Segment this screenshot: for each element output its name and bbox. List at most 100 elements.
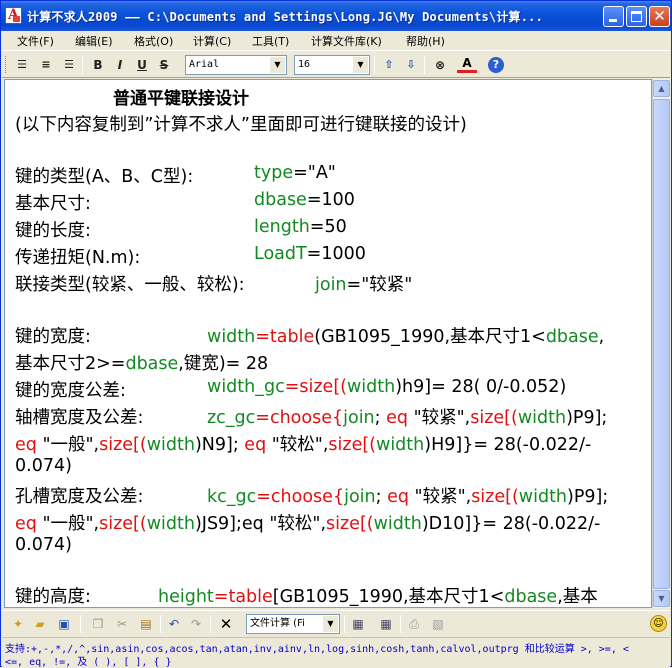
menu-tools[interactable]: 工具(T) <box>252 33 289 49</box>
row-expression: type="A" <box>254 163 336 183</box>
document-note: (以下内容复制到”计算不求人”里面即可进行键联接的设计) <box>15 115 467 135</box>
text: , <box>598 327 605 347</box>
keyword: eq <box>386 408 408 428</box>
print-icon[interactable]: ⎙ <box>404 614 424 634</box>
var-name: LoadT <box>254 244 307 264</box>
toolbar-separator <box>82 56 83 74</box>
operator: = <box>346 275 362 295</box>
find-icon[interactable]: ⊗ <box>430 55 450 75</box>
chevron-down-icon[interactable]: ▼ <box>323 616 338 632</box>
chevron-down-icon[interactable]: ▼ <box>270 57 285 73</box>
var-name: type <box>254 163 294 183</box>
maximize-button[interactable] <box>626 6 647 27</box>
bold-button[interactable]: B <box>88 55 108 75</box>
scroll-down-button[interactable]: ▼ <box>653 590 670 607</box>
cut-icon[interactable]: ✂ <box>112 614 132 634</box>
italic-button[interactable]: I <box>110 55 130 75</box>
menu-format[interactable]: 格式(O) <box>134 33 173 49</box>
bracket: [( <box>505 487 519 507</box>
align-center-icon[interactable]: ≡ <box>36 55 56 75</box>
menu-edit[interactable]: 编辑(E) <box>75 33 113 49</box>
minimize-button[interactable] <box>603 6 624 27</box>
app-icon[interactable]: A <box>5 7 22 24</box>
save-icon[interactable]: ▣ <box>54 614 74 634</box>
redo-icon[interactable]: ↷ <box>186 614 206 634</box>
font-name-select[interactable]: Arial ▼ <box>185 55 287 75</box>
keyword: eq <box>244 435 267 455</box>
kc-gc-expression: kc_gc=choose{join; eq "较紧",size[(width)P… <box>207 483 608 508</box>
keyword: eq <box>15 514 37 534</box>
scroll-up-button[interactable]: ▲ <box>653 80 670 97</box>
align-right-icon[interactable]: ☰ <box>59 55 79 75</box>
bracket: { <box>331 408 344 428</box>
help-button[interactable]: ? <box>488 57 504 73</box>
var-name: join <box>315 275 347 295</box>
bottom-toolbar: ✦ ▰ ▣ ❐ ✂ ▤ ↶ ↷ ✕ 文件计算 (Fi ▼ ▦ ▦ ⎙ ▧ ☺ <box>2 610 670 636</box>
width-expression-cont: 基本尺寸2>=dbase,键宽)= 28 <box>15 350 268 375</box>
var-name: width <box>346 377 396 397</box>
text: "一般", <box>36 514 100 534</box>
var-name: width <box>146 514 195 534</box>
text: ; <box>374 408 387 428</box>
toolbar-grip[interactable] <box>5 56 8 73</box>
function-name: size <box>471 487 506 507</box>
var-name: height <box>158 587 214 607</box>
menu-calculate[interactable]: 计算(C) <box>193 33 231 49</box>
font-color-button[interactable]: A <box>457 55 477 73</box>
increase-font-icon[interactable]: ⇧ <box>379 55 399 75</box>
function-name: table <box>228 587 273 607</box>
var-name: dbase <box>254 190 307 210</box>
menu-file[interactable]: 文件(F) <box>17 33 54 49</box>
table-icon[interactable]: ▦ <box>376 614 396 634</box>
var-name: kc_gc <box>207 487 257 507</box>
function-name: size <box>326 514 360 534</box>
scroll-thumb[interactable] <box>653 99 670 589</box>
file-calc-select[interactable]: 文件计算 (Fi ▼ <box>246 614 340 634</box>
bracket: [( <box>133 514 147 534</box>
menu-help[interactable]: 帮助(H) <box>406 33 445 49</box>
minimize-icon <box>609 19 617 22</box>
operator: = <box>306 190 322 210</box>
print-preview-icon[interactable]: ▧ <box>428 614 448 634</box>
paste-icon[interactable]: ▤ <box>136 614 156 634</box>
width-label: 键的宽度: <box>15 327 91 347</box>
value: "A" <box>307 163 336 183</box>
function-name: size <box>328 435 363 455</box>
strikethrough-button[interactable]: S <box>154 55 174 75</box>
var-name: dbase <box>504 587 558 607</box>
text: "较紧", <box>408 487 472 507</box>
document-heading: 普通平键联接设计 <box>113 89 249 109</box>
row-label: 联接类型(较紧、一般、较松): <box>15 275 245 295</box>
width-gc-expression: width_gc=size[(width)h9]= 28( 0/-0.052) <box>207 377 566 397</box>
chevron-down-icon[interactable]: ▼ <box>353 57 368 73</box>
title-bar[interactable]: A 计算不求人2009 —— C:\Documents and Settings… <box>1 1 671 31</box>
delete-icon[interactable]: ✕ <box>216 614 236 634</box>
smiley-icon[interactable]: ☺ <box>650 615 667 632</box>
text: (GB1095_1990,基本尺寸1< <box>314 327 546 347</box>
row-label: 传递扭矩(N.m): <box>15 248 141 268</box>
text: )P9]; <box>566 408 608 428</box>
value: 100 <box>321 190 355 210</box>
row-label: 基本尺寸: <box>15 194 91 214</box>
font-size-select[interactable]: 16 ▼ <box>294 55 370 75</box>
var-name: width <box>146 435 195 455</box>
document-editor[interactable]: 普通平键联接设计 (以下内容复制到”计算不求人”里面即可进行键联接的设计) 键的… <box>4 79 652 608</box>
text: ; <box>375 487 388 507</box>
copy-icon[interactable]: ❐ <box>88 614 108 634</box>
menu-bar: 文件(F) 编辑(E) 格式(O) 计算(C) 工具(T) 计算文件库(K) 帮… <box>2 31 670 51</box>
menu-calc-library[interactable]: 计算文件库(K) <box>311 33 382 49</box>
underline-button[interactable]: U <box>132 55 152 75</box>
text: 基本尺寸2>= <box>15 354 126 374</box>
font-name-value: Arial <box>189 59 220 70</box>
undo-icon[interactable]: ↶ <box>164 614 184 634</box>
var-name: dbase <box>125 354 179 374</box>
calculator-icon[interactable]: ▦ <box>348 614 368 634</box>
toolbar-separator <box>424 56 425 74</box>
zc-gc-expression: zc_gc=choose{join; eq "较紧",size[(width)P… <box>207 404 607 429</box>
align-left-icon[interactable]: ☰ <box>12 55 32 75</box>
vertical-scrollbar[interactable]: ▲ ▼ <box>652 79 670 608</box>
close-button[interactable]: ✕ <box>649 6 670 27</box>
new-file-icon[interactable]: ✦ <box>8 614 28 634</box>
decrease-font-icon[interactable]: ⇩ <box>401 55 421 75</box>
open-folder-icon[interactable]: ▰ <box>30 614 50 634</box>
